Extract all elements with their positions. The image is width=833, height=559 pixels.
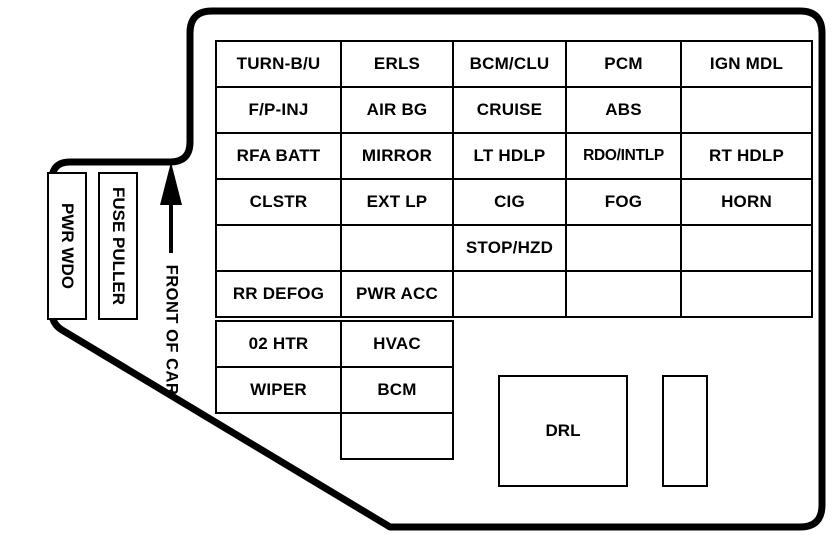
fuse-cell-r1c3[interactable]: BCM/CLU xyxy=(452,40,567,88)
fuse-cell-r5c2[interactable] xyxy=(340,224,454,272)
fuse-cell-r9c2[interactable] xyxy=(340,412,454,460)
fuse-cell-r8c2[interactable]: BCM xyxy=(340,366,454,414)
pwr-wdo-label: PWR WDO xyxy=(58,203,77,289)
drl-relay-box[interactable]: DRL xyxy=(498,375,628,487)
fuse-cell-r7c2[interactable]: HVAC xyxy=(340,320,454,368)
fuse-cell-r3c5[interactable]: RT HDLP xyxy=(680,132,813,180)
fuse-cell-r6c1[interactable]: RR DEFOG xyxy=(215,270,342,318)
fuse-cell-r1c5[interactable]: IGN MDL xyxy=(680,40,813,88)
front-of-car-label: FRONT OF CAR xyxy=(162,264,181,396)
blank-relay-box[interactable] xyxy=(662,375,708,487)
fuse-cell-r6c2[interactable]: PWR ACC xyxy=(340,270,454,318)
fuse-cell-r2c1[interactable]: F/P-INJ xyxy=(215,86,342,134)
fuse-cell-r4c5[interactable]: HORN xyxy=(680,178,813,226)
fuse-cell-r8c1[interactable]: WIPER xyxy=(215,366,342,414)
fuse-cell-r5c3[interactable]: STOP/HZD xyxy=(452,224,567,272)
fuse-cell-r6c3[interactable] xyxy=(452,270,567,318)
fuse-cell-r5c5[interactable] xyxy=(680,224,813,272)
fuse-cell-r2c3[interactable]: CRUISE xyxy=(452,86,567,134)
fuse-box-diagram: FRONT OF CAR PWR WDO FUSE PULLER TURN-B/… xyxy=(0,0,833,559)
fuse-cell-r2c5[interactable] xyxy=(680,86,813,134)
fuse-cell-r2c4[interactable]: ABS xyxy=(565,86,682,134)
fuse-puller-label: FUSE PULLER xyxy=(109,186,128,306)
fuse-cell-r4c3[interactable]: CIG xyxy=(452,178,567,226)
fuse-cell-r2c2[interactable]: AIR BG xyxy=(340,86,454,134)
fuse-cell-r4c2[interactable]: EXT LP xyxy=(340,178,454,226)
fuse-cell-r3c2[interactable]: MIRROR xyxy=(340,132,454,180)
fuse-cell-r3c1[interactable]: RFA BATT xyxy=(215,132,342,180)
fuse-cell-r1c2[interactable]: ERLS xyxy=(340,40,454,88)
fuse-cell-r7c1[interactable]: 02 HTR xyxy=(215,320,342,368)
pwr-wdo-box[interactable]: PWR WDO xyxy=(47,172,87,320)
fuse-cell-r6c4[interactable] xyxy=(565,270,682,318)
fuse-cell-r5c4[interactable] xyxy=(565,224,682,272)
fuse-cell-r4c1[interactable]: CLSTR xyxy=(215,178,342,226)
fuse-cell-r1c1[interactable]: TURN-B/U xyxy=(215,40,342,88)
fuse-puller-box[interactable]: FUSE PULLER xyxy=(98,172,138,320)
fuse-cell-r5c1[interactable] xyxy=(215,224,342,272)
fuse-cell-r1c4[interactable]: PCM xyxy=(565,40,682,88)
up-arrow-icon xyxy=(160,162,182,253)
fuse-cell-r3c3[interactable]: LT HDLP xyxy=(452,132,567,180)
fuse-cell-r3c4[interactable]: RDO/INTLP xyxy=(565,132,682,180)
fuse-cell-r6c5[interactable] xyxy=(680,270,813,318)
fuse-cell-r4c4[interactable]: FOG xyxy=(565,178,682,226)
